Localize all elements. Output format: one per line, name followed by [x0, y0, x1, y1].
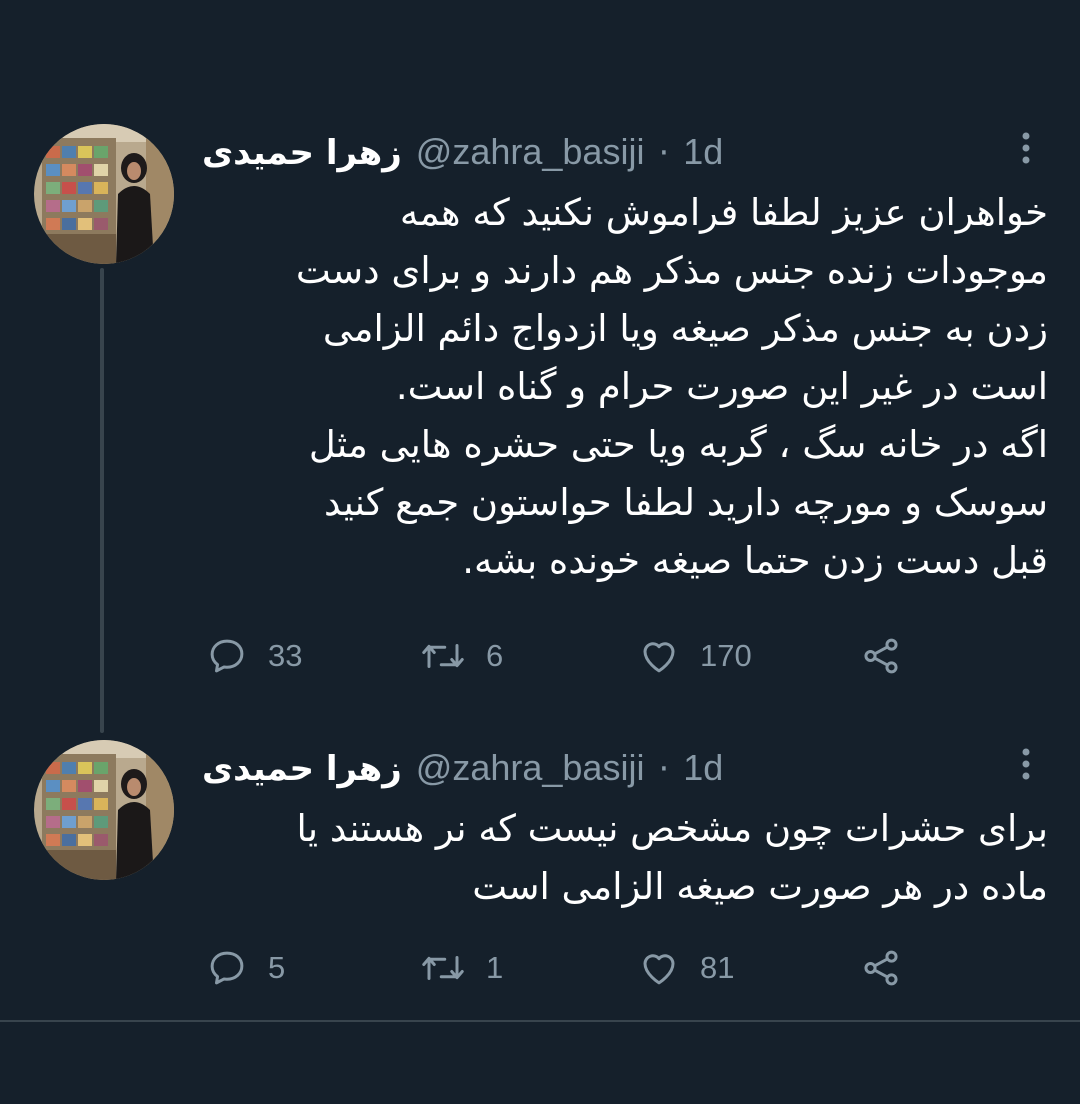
- like-button[interactable]: 81: [638, 944, 734, 992]
- share-button[interactable]: [860, 632, 902, 680]
- reply-icon: [210, 951, 244, 985]
- retweet-icon: [422, 644, 464, 668]
- more-vertical-icon: [1022, 748, 1030, 780]
- author-name[interactable]: زهرا حمیدی: [202, 747, 402, 791]
- separator-dot: ·: [658, 133, 670, 173]
- tweet-text: برای حشرات چون مشخص نیست که نر هستند یا …: [202, 800, 1048, 916]
- retweet-button[interactable]: 1: [420, 944, 503, 992]
- timestamp[interactable]: 1d: [683, 130, 723, 174]
- like-count: 170: [700, 638, 752, 673]
- avatar[interactable]: [34, 740, 174, 880]
- tweet-actions: 5 1 81: [202, 944, 922, 992]
- profile-photo: [34, 740, 174, 880]
- thread-connector-line: [100, 268, 104, 733]
- reply-icon: [210, 639, 244, 673]
- author-handle[interactable]: @zahra_basiji: [416, 746, 645, 790]
- reply-button[interactable]: 5: [206, 944, 285, 992]
- tweet-text-line: برای حشرات چون مشخص نیست که نر هستند یا: [296, 807, 1048, 850]
- reply-count: 5: [268, 950, 286, 985]
- share-icon: [864, 638, 898, 674]
- share-button[interactable]: [860, 944, 902, 992]
- timestamp[interactable]: 1d: [683, 746, 723, 790]
- reply-button[interactable]: 33: [206, 632, 302, 680]
- tweet-divider: [0, 1020, 1080, 1022]
- more-vertical-icon: [1022, 132, 1030, 164]
- tweet-text-line: اگه در خانه سگ ، گربه ویا حتی حشره هایی …: [308, 423, 1048, 466]
- retweet-count: 6: [486, 638, 504, 673]
- tweet-text-line: موجودات زنده جنس مذکر هم دارند و برای دس…: [295, 249, 1048, 292]
- tweet-text-line: سوسک و مورچه دارید لطفا حواستون جمع کنید: [324, 481, 1048, 524]
- tweet-text-line: قبل دست زدن حتما صیغه خونده بشه.: [462, 539, 1048, 582]
- tweet-text-line: خواهران عزیز لطفا فراموش نکنید که همه: [399, 191, 1048, 234]
- retweet-count: 1: [486, 950, 504, 985]
- separator-dot: ·: [658, 749, 670, 789]
- author-name[interactable]: زهرا حمیدی: [202, 131, 402, 175]
- share-icon: [864, 950, 898, 986]
- like-button[interactable]: 170: [638, 632, 752, 680]
- tweet-header: زهرا حمیدی @zahra_basiji · 1d: [202, 746, 723, 791]
- profile-photo: [34, 124, 174, 264]
- heart-icon: [643, 954, 675, 985]
- tweet-text-line: است در غیر این صورت حرام و گناه است.: [395, 365, 1048, 408]
- like-count: 81: [700, 950, 735, 985]
- heart-icon: [643, 642, 675, 673]
- avatar[interactable]: [34, 124, 174, 264]
- author-handle[interactable]: @zahra_basiji: [416, 130, 645, 174]
- tweet-text-line: زدن به جنس مذکر صیغه ویا ازدواج دائم الز…: [322, 307, 1048, 350]
- tweet-actions: 33 6 170: [202, 632, 922, 680]
- reply-count: 33: [268, 638, 303, 673]
- retweet-icon: [422, 956, 464, 980]
- more-options-button[interactable]: [1004, 742, 1048, 786]
- tweet-text: خواهران عزیز لطفا فراموش نکنید که همه مو…: [202, 184, 1048, 590]
- tweet-header: زهرا حمیدی @zahra_basiji · 1d: [202, 130, 723, 175]
- tweet-text-line: ماده در هر صورت صیغه الزامی است: [472, 865, 1048, 908]
- retweet-button[interactable]: 6: [420, 632, 503, 680]
- more-options-button[interactable]: [1004, 126, 1048, 170]
